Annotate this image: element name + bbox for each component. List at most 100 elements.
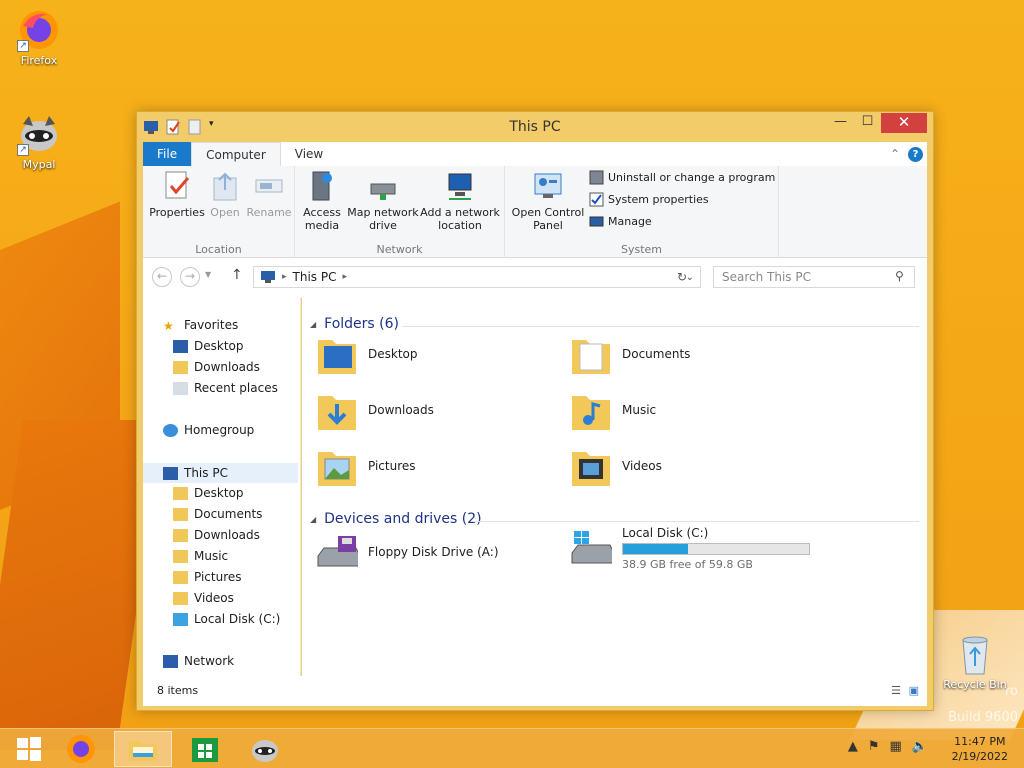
- nav-network[interactable]: Network: [163, 654, 234, 668]
- local-disk-icon: [571, 530, 612, 563]
- taskbar-file-explorer[interactable]: [114, 731, 172, 767]
- desktop-folder-icon: [318, 340, 356, 374]
- manage-button[interactable]: Manage: [589, 214, 652, 229]
- disk-free-space: 38.9 GB free of 59.8 GB: [622, 558, 753, 571]
- recycle-bin-icon: [953, 632, 997, 676]
- recent-places-icon: [173, 381, 188, 395]
- collapse-group-icon: ◢: [310, 514, 317, 524]
- map-network-drive-button[interactable]: Map network drive: [347, 170, 419, 232]
- this-pc-icon: [163, 466, 178, 480]
- nav-pc-pictures[interactable]: Pictures: [173, 570, 242, 584]
- up-button[interactable]: ↑: [231, 267, 243, 283]
- add-network-location-button[interactable]: Add a network location: [419, 170, 501, 232]
- large-icons-view-icon[interactable]: ▣: [909, 676, 919, 706]
- desktop-icon-mypal[interactable]: ↗ Mypal: [4, 112, 74, 171]
- minimize-button[interactable]: —: [827, 113, 854, 133]
- refresh-icon[interactable]: ↻: [677, 270, 687, 284]
- folder-icon: [173, 528, 188, 542]
- folder-tile-videos[interactable]: Videos: [570, 444, 662, 488]
- nav-fav-downloads[interactable]: Downloads: [173, 360, 260, 374]
- nav-recent-places[interactable]: Recent places: [173, 381, 278, 395]
- tab-computer[interactable]: Computer: [191, 142, 281, 166]
- nav-favorites[interactable]: ★ Favorites: [163, 318, 238, 333]
- taskbar-mypal[interactable]: [236, 731, 294, 767]
- maximize-button[interactable]: ☐: [854, 113, 881, 133]
- downloads-folder-icon: [173, 360, 188, 374]
- desktop-icon-firefox[interactable]: ↗ Firefox: [4, 8, 74, 67]
- volume-icon[interactable]: 🔈: [912, 739, 928, 754]
- properties-icon: [162, 170, 192, 202]
- desktop-icon-label: Mypal: [22, 158, 56, 171]
- manage-icon: [589, 214, 604, 229]
- network-status-icon[interactable]: ▦: [890, 739, 902, 754]
- nav-pc-videos[interactable]: Videos: [173, 591, 234, 605]
- nav-pc-local-disk[interactable]: Local Disk (C:): [173, 612, 280, 626]
- folder-tile-pictures[interactable]: Pictures: [316, 444, 416, 488]
- folder-tile-downloads[interactable]: Downloads: [316, 388, 434, 432]
- folder-icon: [173, 507, 188, 521]
- collapse-ribbon-icon[interactable]: ⌃: [890, 147, 900, 161]
- file-explorer-icon: [129, 741, 157, 761]
- folder-icon: [173, 591, 188, 605]
- network-icon: [163, 654, 178, 668]
- nav-this-pc[interactable]: This PC: [143, 463, 298, 483]
- control-panel-icon: [533, 170, 563, 202]
- folders-group-header[interactable]: ◢ Folders (6): [310, 316, 399, 332]
- nav-homegroup[interactable]: Homegroup: [163, 423, 254, 437]
- nav-pc-downloads[interactable]: Downloads: [173, 528, 260, 542]
- ribbon-group-system: Open Control Panel Uninstall or change a…: [505, 166, 779, 258]
- search-icon[interactable]: ⚲: [895, 269, 904, 283]
- show-hidden-icons-icon[interactable]: ▲: [848, 739, 858, 754]
- tab-view[interactable]: View: [281, 142, 337, 166]
- path-separator-icon[interactable]: ▸: [342, 272, 347, 282]
- clock-date: 2/19/2022: [951, 750, 1008, 763]
- local-disk-tile[interactable]: Local Disk (C:) 38.9 GB free of 59.8 GB: [570, 526, 810, 571]
- back-button[interactable]: ←: [152, 267, 172, 287]
- disk-usage-bar: [622, 543, 810, 555]
- uninstall-program-button[interactable]: Uninstall or change a program: [589, 170, 775, 185]
- folder-tile-desktop[interactable]: Desktop: [316, 332, 418, 376]
- forward-button[interactable]: →: [180, 267, 200, 287]
- address-bar[interactable]: ▸ This PC ▸ ⌄: [253, 266, 701, 288]
- nav-pc-documents[interactable]: Documents: [173, 507, 262, 521]
- taskbar-store[interactable]: [176, 731, 234, 767]
- star-icon: ★: [163, 318, 174, 333]
- path-segment[interactable]: This PC: [293, 270, 337, 284]
- start-button[interactable]: [0, 731, 58, 767]
- search-input[interactable]: Search This PC: [713, 266, 915, 288]
- desktop-icon-recycle-bin[interactable]: Recycle Bin: [940, 632, 1010, 691]
- drive-icon: [173, 612, 188, 626]
- folder-tile-music[interactable]: Music: [570, 388, 656, 432]
- action-center-flag-icon[interactable]: ⚑: [868, 739, 880, 754]
- open-control-panel-button[interactable]: Open Control Panel: [509, 170, 587, 232]
- details-view-icon[interactable]: ☰: [891, 676, 901, 706]
- system-properties-button[interactable]: System properties: [589, 192, 709, 207]
- clock[interactable]: 11:47 PM 2/19/2022: [952, 734, 1008, 764]
- devices-group-header[interactable]: ◢ Devices and drives (2): [310, 511, 482, 527]
- address-bar-area: ← → ▼ ↑ ▸ This PC ▸ ⌄ ↻ Search This PC ⚲: [143, 258, 927, 298]
- nav-fav-desktop[interactable]: Desktop: [173, 339, 244, 353]
- windows-logo-icon: [17, 737, 41, 761]
- open-button[interactable]: Open: [205, 170, 245, 219]
- tab-file[interactable]: File: [143, 142, 192, 166]
- close-button[interactable]: ✕: [881, 113, 927, 133]
- path-separator-icon[interactable]: ▸: [282, 272, 287, 282]
- title-bar[interactable]: ▾ This PC — ☐ ✕: [137, 112, 933, 142]
- rename-button[interactable]: Rename: [245, 170, 293, 219]
- map-drive-icon: [368, 170, 398, 202]
- desktop-icon-label: Firefox: [20, 54, 58, 67]
- folder-icon: [173, 570, 188, 584]
- nav-pc-desktop[interactable]: Desktop: [173, 486, 244, 500]
- recent-locations-icon[interactable]: ▼: [205, 270, 211, 279]
- open-icon: [210, 170, 240, 202]
- access-media-button[interactable]: Access media: [299, 170, 345, 232]
- folder-tile-documents[interactable]: Documents: [570, 332, 690, 376]
- section-divider: [474, 521, 919, 522]
- help-icon[interactable]: ?: [908, 146, 923, 162]
- taskbar-firefox[interactable]: [52, 731, 110, 767]
- floppy-drive-tile[interactable]: Floppy Disk Drive (A:): [316, 530, 499, 574]
- group-label-network: Network: [376, 243, 423, 256]
- group-label-location: Location: [195, 243, 242, 256]
- nav-pc-music[interactable]: Music: [173, 549, 228, 563]
- properties-button[interactable]: Properties: [145, 170, 209, 219]
